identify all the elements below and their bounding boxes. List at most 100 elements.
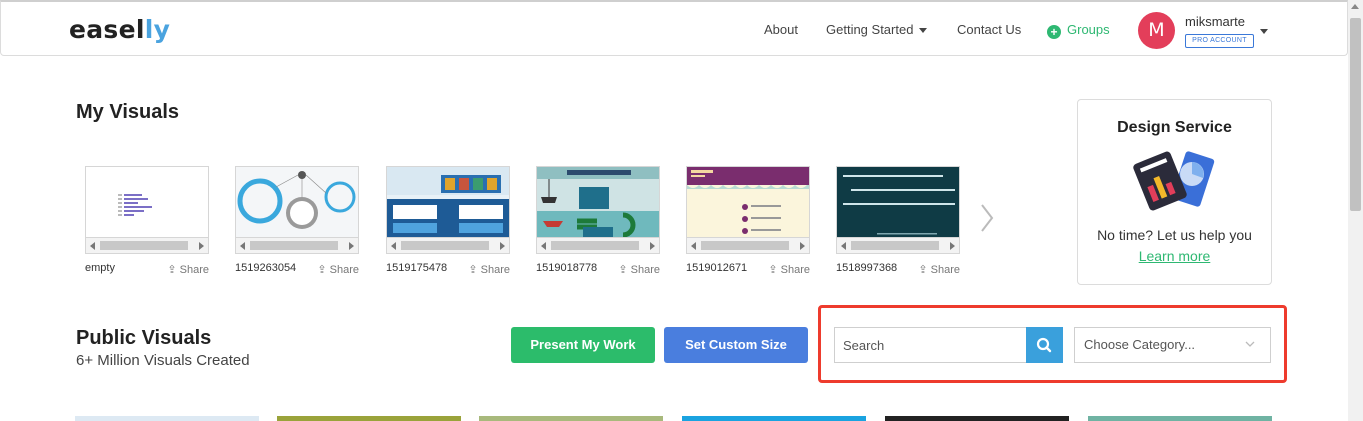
infographic-circles-thumbnail-image (236, 167, 358, 237)
scroll-left-icon[interactable] (90, 242, 95, 250)
scroll-right-icon[interactable] (500, 242, 505, 250)
scroll-left-icon[interactable] (841, 242, 846, 250)
scroll-thumb[interactable] (1350, 18, 1361, 211)
design-service-text: No time? Let us help you (1097, 227, 1252, 243)
share-icon: ⇪ (317, 264, 327, 276)
dark-text-thumbnail-image (837, 167, 959, 237)
design-service-card: Design Service No time? Let us help you … (1077, 99, 1272, 285)
public-visual-tile[interactable] (479, 416, 663, 421)
scroll-up-arrow-icon[interactable] (1351, 4, 1359, 9)
top-navbar: easelly About Getting Started Contact Us… (0, 0, 1348, 56)
visual-thumbnail[interactable] (235, 166, 359, 238)
present-my-work-button[interactable]: Present My Work (511, 327, 655, 363)
visual-thumbnail[interactable] (536, 166, 660, 238)
thumbnail-scrollbar[interactable] (836, 238, 960, 254)
scroll-right-icon[interactable] (650, 242, 655, 250)
category-select[interactable]: Choose Category... (1074, 327, 1271, 363)
visual-name: 1519175478 (386, 262, 448, 274)
scroll-thumb[interactable] (851, 241, 939, 250)
share-label: Share (480, 264, 510, 276)
share-label: Share (780, 264, 810, 276)
nav-groups-label: Groups (1067, 22, 1110, 37)
nav-groups-link[interactable]: + Groups (1047, 22, 1110, 39)
public-visual-tile[interactable] (277, 416, 461, 421)
panama-canal-thumbnail-image (537, 167, 659, 237)
share-button[interactable]: ⇪ Share (768, 263, 810, 276)
visual-card[interactable]: 1519018778 ⇪ Share (536, 166, 660, 276)
design-service-title: Design Service (1117, 119, 1232, 136)
page-scrollbar[interactable] (1348, 0, 1363, 421)
scroll-right-icon[interactable] (199, 242, 204, 250)
public-visual-tile[interactable] (75, 416, 259, 421)
bar-chart-thumbnail-image (118, 194, 152, 216)
resume-thumbnail-image (687, 167, 809, 237)
thumbnail-scrollbar[interactable] (386, 238, 510, 254)
scroll-right-icon[interactable] (950, 242, 955, 250)
visual-card[interactable]: 1519175478 ⇪ Share (386, 166, 510, 276)
share-label: Share (179, 264, 209, 276)
nav-getting-started-dropdown[interactable]: Getting Started (826, 22, 928, 37)
search-button[interactable] (1026, 327, 1063, 363)
user-avatar[interactable]: M (1138, 12, 1175, 49)
username-label[interactable]: miksmarte (1185, 14, 1245, 29)
thumbnail-scrollbar[interactable] (85, 238, 209, 254)
visual-name: 1519263054 (235, 262, 297, 274)
share-button[interactable]: ⇪ Share (167, 263, 209, 276)
scroll-thumb[interactable] (250, 241, 338, 250)
easelly-logo[interactable]: easelly (69, 15, 170, 44)
scroll-left-icon[interactable] (691, 242, 696, 250)
carousel-next-chevron-icon[interactable] (980, 203, 994, 233)
share-icon: ⇪ (768, 264, 778, 276)
visual-card[interactable]: 1519012671 ⇪ Share (686, 166, 810, 276)
visual-card[interactable]: 1518997368 ⇪ Share (836, 166, 960, 276)
scroll-right-icon[interactable] (349, 242, 354, 250)
public-visual-tile[interactable] (1088, 416, 1272, 421)
scroll-thumb[interactable] (551, 241, 639, 250)
share-button[interactable]: ⇪ Share (618, 263, 660, 276)
visual-thumbnail[interactable] (85, 166, 209, 238)
scroll-left-icon[interactable] (240, 242, 245, 250)
category-select-value: Choose Category... (1084, 337, 1196, 352)
thumbnail-scrollbar[interactable] (235, 238, 359, 254)
share-label: Share (329, 264, 359, 276)
share-button[interactable]: ⇪ Share (918, 263, 960, 276)
public-visual-tile[interactable] (682, 416, 866, 421)
scroll-thumb[interactable] (701, 241, 789, 250)
nav-contact-link[interactable]: Contact Us (957, 22, 1021, 37)
learn-more-link[interactable]: Learn more (1078, 248, 1271, 264)
set-custom-size-button[interactable]: Set Custom Size (664, 327, 808, 363)
user-menu-chevron-down-icon[interactable] (1260, 29, 1268, 34)
thumbnail-scrollbar[interactable] (536, 238, 660, 254)
scroll-right-icon[interactable] (800, 242, 805, 250)
thumbnail-scrollbar[interactable] (686, 238, 810, 254)
chevron-down-icon (919, 28, 928, 34)
share-button[interactable]: ⇪ Share (317, 263, 359, 276)
search-input[interactable] (834, 327, 1027, 363)
my-visuals-heading: My Visuals (76, 101, 180, 123)
scroll-left-icon[interactable] (541, 242, 546, 250)
visual-name: 1518997368 (836, 262, 898, 274)
search-icon (1036, 337, 1052, 353)
share-icon: ⇪ (618, 264, 628, 276)
public-visual-tile[interactable] (885, 416, 1069, 421)
nav-about-link[interactable]: About (764, 22, 798, 37)
visual-name: empty (85, 262, 115, 274)
visual-card[interactable]: 1519263054 ⇪ Share (235, 166, 359, 276)
visual-name: 1519012671 (686, 262, 748, 274)
plus-circle-icon: + (1047, 25, 1061, 39)
nav-getting-started-label: Getting Started (826, 22, 914, 37)
visual-thumbnail[interactable] (386, 166, 510, 238)
pro-account-badge: PRO ACCOUNT (1185, 34, 1254, 48)
visual-card[interactable]: empty ⇪ Share (85, 166, 209, 276)
design-service-illustration-icon (1133, 151, 1215, 211)
scroll-thumb[interactable] (401, 241, 489, 250)
scroll-thumb[interactable] (100, 241, 188, 250)
public-visuals-heading: Public Visuals (76, 327, 212, 349)
visual-thumbnail[interactable] (686, 166, 810, 238)
share-icon: ⇪ (468, 264, 478, 276)
share-label: Share (630, 264, 660, 276)
visual-thumbnail[interactable] (836, 166, 960, 238)
scroll-left-icon[interactable] (391, 242, 396, 250)
share-button[interactable]: ⇪ Share (468, 263, 510, 276)
business-meetings-thumbnail-image (387, 167, 509, 237)
